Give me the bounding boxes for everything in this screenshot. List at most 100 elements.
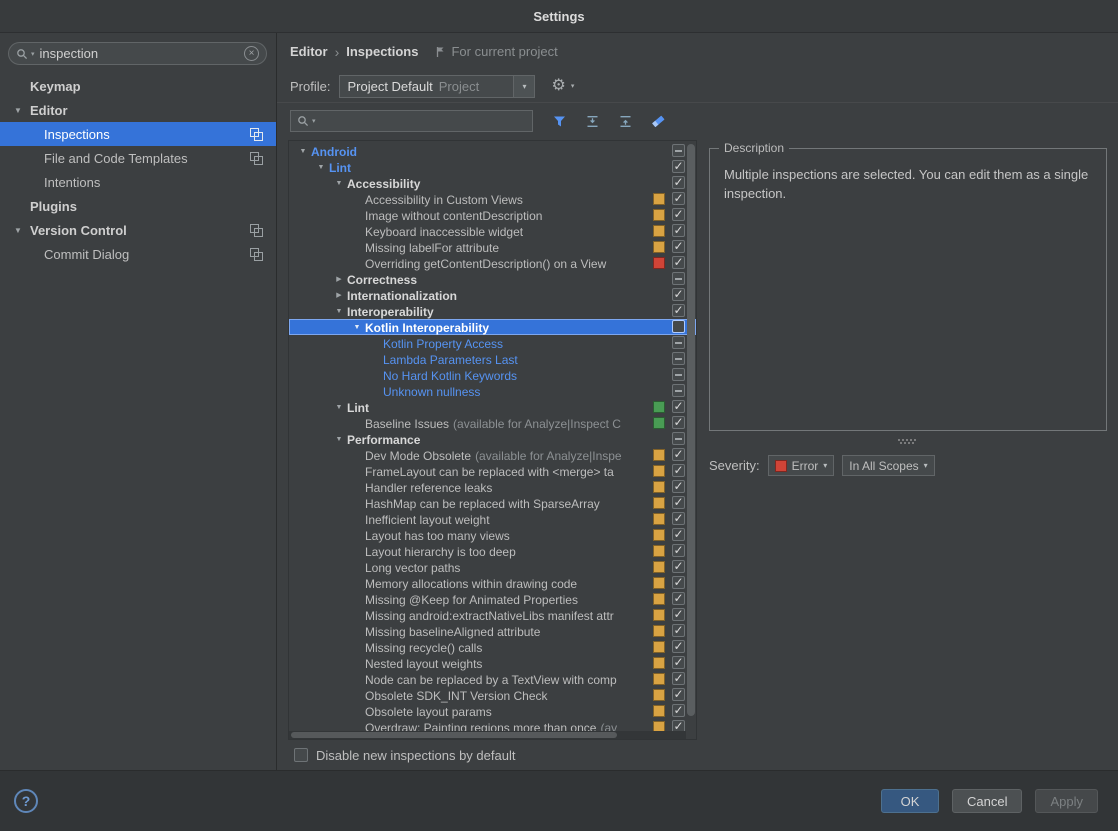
- inspection-checkbox[interactable]: [672, 144, 685, 157]
- expand-arrow-icon[interactable]: ▶: [331, 288, 347, 303]
- reset-filter-icon[interactable]: [647, 110, 669, 132]
- inspection-row-missing-android-extractnativelibs-manifest-attr[interactable]: Missing android:extractNativeLibs manife…: [289, 607, 696, 623]
- inspection-row-memory-allocations-within-drawing-code[interactable]: Memory allocations within drawing code ✓: [289, 575, 696, 591]
- inspection-row-inefficient-layout-weight[interactable]: Inefficient layout weight ✓: [289, 511, 696, 527]
- inspection-checkbox[interactable]: ✓: [672, 416, 685, 429]
- inspection-row-missing-labelfor-attribute[interactable]: Missing labelFor attribute ✓: [289, 239, 696, 255]
- inspection-checkbox[interactable]: ✓: [672, 240, 685, 253]
- inspection-checkbox[interactable]: ✓: [672, 304, 685, 317]
- inspection-checkbox[interactable]: [672, 336, 685, 349]
- inspection-row-nested-layout-weights[interactable]: Nested layout weights ✓: [289, 655, 696, 671]
- inspection-row-kotlin-interoperability[interactable]: ▼ Kotlin Interoperability: [289, 319, 696, 335]
- inspection-checkbox[interactable]: ✓: [672, 656, 685, 669]
- inspection-row-layout-has-too-many-views[interactable]: Layout has too many views ✓: [289, 527, 696, 543]
- severity-combobox[interactable]: Error ▾: [767, 455, 835, 476]
- inspection-checkbox[interactable]: ✓: [672, 576, 685, 589]
- inspection-checkbox[interactable]: [672, 432, 685, 445]
- inspection-row-accessibility[interactable]: ▼ Accessibility ✓: [289, 175, 696, 191]
- inspections-search-input[interactable]: [318, 112, 526, 130]
- window-titlebar[interactable]: Settings: [0, 0, 1118, 33]
- gear-icon[interactable]: ⚙: [551, 78, 565, 94]
- inspection-row-hashmap-can-be-replaced-with-sparsearray[interactable]: HashMap can be replaced with SparseArray…: [289, 495, 696, 511]
- collapse-all-icon[interactable]: [614, 110, 636, 132]
- inspection-row-accessibility-in-custom-views[interactable]: Accessibility in Custom Views ✓: [289, 191, 696, 207]
- search-history-arrow-icon[interactable]: ▾: [31, 50, 35, 58]
- sidebar-item-inspections[interactable]: Inspections: [0, 122, 276, 146]
- inspection-checkbox[interactable]: ✓: [672, 704, 685, 717]
- inspection-row-overriding-getcontentdescription-on-a-view[interactable]: Overriding getContentDescription() on a …: [289, 255, 696, 271]
- search-history-arrow-icon[interactable]: ▾: [312, 117, 316, 125]
- sidebar-item-intentions[interactable]: Intentions: [0, 170, 276, 194]
- inspection-row-baseline-issues[interactable]: Baseline Issues (available for Analyze|In…: [289, 415, 696, 431]
- vertical-scrollbar-thumb[interactable]: [687, 144, 695, 717]
- expand-arrow-icon[interactable]: ▶: [331, 272, 347, 287]
- profile-combobox[interactable]: Project Default Project ▾: [339, 74, 536, 98]
- inspection-checkbox[interactable]: ✓: [672, 544, 685, 557]
- collapse-arrow-icon[interactable]: ▼: [331, 400, 347, 415]
- disable-new-inspections-checkbox[interactable]: [294, 748, 308, 762]
- sidebar-item-keymap[interactable]: Keymap: [0, 74, 276, 98]
- inspection-row-missing-keep-for-animated-properties[interactable]: Missing @Keep for Animated Properties ✓: [289, 591, 696, 607]
- inspection-checkbox[interactable]: ✓: [672, 496, 685, 509]
- inspection-checkbox[interactable]: ✓: [672, 688, 685, 701]
- inspection-checkbox[interactable]: [672, 384, 685, 397]
- apply-button[interactable]: Apply: [1035, 789, 1098, 813]
- inspection-checkbox[interactable]: ✓: [672, 464, 685, 477]
- inspection-checkbox[interactable]: ✓: [672, 288, 685, 301]
- inspection-row-missing-baselinealigned-attribute[interactable]: Missing baselineAligned attribute ✓: [289, 623, 696, 639]
- inspection-row-framelayout-can-be-replaced-with-merge-ta[interactable]: FrameLayout can be replaced with <merge>…: [289, 463, 696, 479]
- inspection-row-lint[interactable]: ▼ Lint ✓: [289, 399, 696, 415]
- filter-icon[interactable]: [548, 110, 570, 132]
- ok-button[interactable]: OK: [881, 789, 939, 813]
- combo-dropdown-button[interactable]: ▾: [513, 75, 535, 97]
- inspection-checkbox[interactable]: ✓: [672, 224, 685, 237]
- inspections-search-box[interactable]: ▾: [290, 110, 533, 132]
- sidebar-item-plugins[interactable]: Plugins: [0, 194, 276, 218]
- inspection-checkbox[interactable]: ✓: [672, 400, 685, 413]
- inspection-row-dev-mode-obsolete[interactable]: Dev Mode Obsolete (available for Analyze|…: [289, 447, 696, 463]
- inspection-row-lambda-parameters-last[interactable]: Lambda Parameters Last: [289, 351, 696, 367]
- inspection-checkbox[interactable]: ✓: [672, 608, 685, 621]
- collapse-arrow-icon[interactable]: ▼: [349, 320, 365, 335]
- inspection-row-no-hard-kotlin-keywords[interactable]: No Hard Kotlin Keywords: [289, 367, 696, 383]
- help-button[interactable]: ?: [14, 789, 38, 813]
- horizontal-scrollbar-thumb[interactable]: [291, 732, 617, 738]
- breadcrumb-item-editor[interactable]: Editor: [290, 44, 328, 59]
- inspection-row-interoperability[interactable]: ▼ Interoperability ✓: [289, 303, 696, 319]
- inspection-checkbox[interactable]: ✓: [672, 640, 685, 653]
- collapse-arrow-icon[interactable]: ▼: [313, 160, 329, 175]
- scope-combobox[interactable]: In All Scopes ▾: [842, 455, 935, 476]
- inspection-checkbox[interactable]: ✓: [672, 528, 685, 541]
- inspection-row-node-can-be-replaced-by-a-textview-with-comp[interactable]: Node can be replaced by a TextView with …: [289, 671, 696, 687]
- inspection-row-keyboard-inaccessible-widget[interactable]: Keyboard inaccessible widget ✓: [289, 223, 696, 239]
- expand-all-icon[interactable]: [581, 110, 603, 132]
- inspection-row-obsolete-sdk-int-version-check[interactable]: Obsolete SDK_INT Version Check ✓: [289, 687, 696, 703]
- settings-search-input[interactable]: [37, 45, 241, 62]
- inspection-row-lint[interactable]: ▼ Lint ✓: [289, 159, 696, 175]
- inspection-checkbox[interactable]: [672, 272, 685, 285]
- inspection-checkbox[interactable]: ✓: [672, 176, 685, 189]
- inspection-checkbox[interactable]: ✓: [672, 592, 685, 605]
- inspection-checkbox[interactable]: ✓: [672, 256, 685, 269]
- inspection-checkbox[interactable]: ✓: [672, 480, 685, 493]
- collapse-arrow-icon[interactable]: ▼: [14, 106, 30, 115]
- collapse-arrow-icon[interactable]: ▼: [331, 304, 347, 319]
- inspection-row-android[interactable]: ▼ Android: [289, 143, 696, 159]
- sidebar-item-commit-dialog[interactable]: Commit Dialog: [0, 242, 276, 266]
- sidebar-item-editor[interactable]: ▼ Editor: [0, 98, 276, 122]
- collapse-arrow-icon[interactable]: ▼: [331, 432, 347, 447]
- inspection-row-unknown-nullness[interactable]: Unknown nullness: [289, 383, 696, 399]
- collapse-arrow-icon[interactable]: ▼: [295, 144, 311, 159]
- inspection-checkbox[interactable]: ✓: [672, 672, 685, 685]
- inspection-checkbox[interactable]: ✓: [672, 448, 685, 461]
- inspection-checkbox[interactable]: ✓: [672, 624, 685, 637]
- clear-search-icon[interactable]: ×: [244, 46, 259, 61]
- inspection-row-image-without-contentdescription[interactable]: Image without contentDescription ✓: [289, 207, 696, 223]
- horizontal-scrollbar[interactable]: [289, 731, 686, 739]
- inspection-row-correctness[interactable]: ▶ Correctness: [289, 271, 696, 287]
- inspection-checkbox[interactable]: [672, 352, 685, 365]
- inspection-row-long-vector-paths[interactable]: Long vector paths ✓: [289, 559, 696, 575]
- splitter-grip[interactable]: [898, 439, 900, 441]
- collapse-arrow-icon[interactable]: ▼: [14, 226, 30, 235]
- inspection-row-handler-reference-leaks[interactable]: Handler reference leaks ✓: [289, 479, 696, 495]
